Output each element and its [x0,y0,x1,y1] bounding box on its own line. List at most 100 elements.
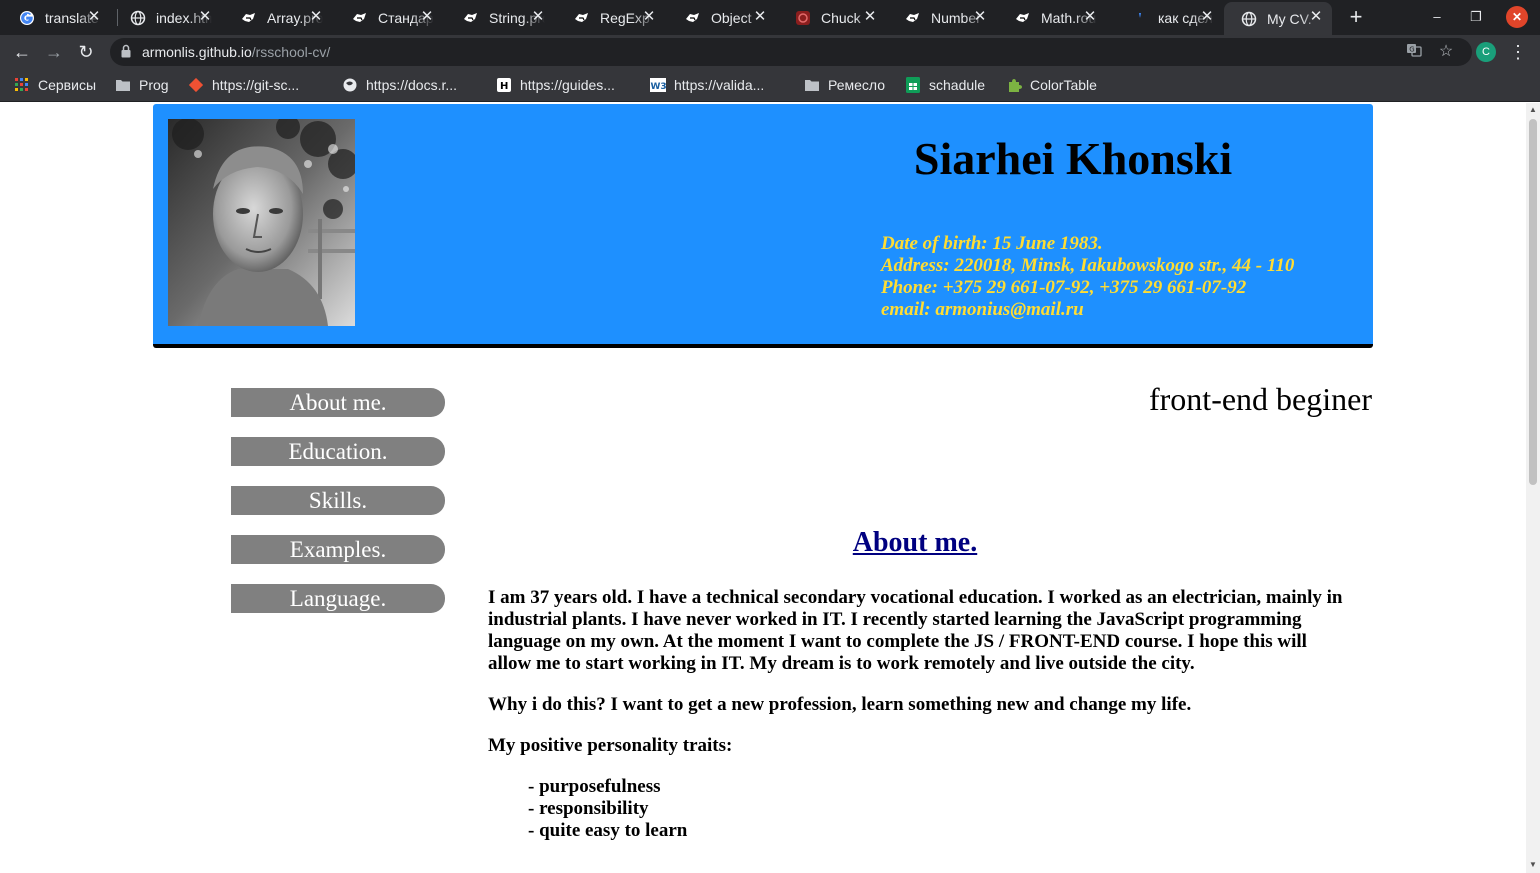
page-viewport: Siarhei Khonski Date of birth: 15 June 1… [0,103,1526,873]
mdn-icon [463,10,479,26]
tab-standard[interactable]: Стандартные ✕ [335,2,443,33]
git-icon [188,77,204,93]
tab-number[interactable]: Number ✕ [888,2,996,33]
tab-translate[interactable]: translate ✕ [2,2,110,33]
nav-education-button[interactable]: Education. [231,437,445,466]
mdn-icon [241,10,257,26]
bookmark-folder-prog[interactable]: Prog [115,76,169,94]
tab-strip: translate ✕ index.html ✕ Array.prototype… [0,0,1540,35]
job-title: front-end beginer [1148,381,1372,417]
apps-grid-icon [14,77,30,93]
bookmark-label: ColorTable [1030,77,1097,93]
nav-about-button[interactable]: About me. [231,388,445,417]
nav-examples-button[interactable]: Examples. [231,535,445,564]
bookmark-apps[interactable]: Сервисы [14,76,96,94]
kebab-menu-icon[interactable]: ⋮ [1508,40,1528,64]
tab-math[interactable]: Math.round ✕ [998,2,1106,33]
close-icon[interactable]: ✕ [530,8,546,26]
close-icon[interactable]: ✕ [197,8,213,26]
bookmark-label: Сервисы [38,77,97,93]
bookmark-label: https://docs.r... [366,77,458,93]
bookmark-colortable[interactable]: ColorTable [1006,76,1097,94]
bookmark-label: Ремесло [828,77,886,93]
back-button[interactable]: ← [9,39,35,65]
list-item: - quite easy to learn [528,820,688,841]
motivation-paragraph: Why i do this? I want to get a new profe… [488,694,1192,715]
folder-icon [115,77,131,93]
bookmark-label: schadule [929,77,986,93]
traits-heading: My positive personality traits: [488,735,733,756]
scroll-down-arrow-icon[interactable]: ▼ [1529,861,1537,869]
close-icon[interactable]: ✕ [641,8,657,26]
person-name: Siarhei Khonski [913,133,1233,184]
bookmark-git[interactable]: https://git-sc... [188,76,299,94]
tab-array[interactable]: Array.prototype ✕ [224,2,332,33]
window-close-button[interactable]: ✕ [1506,6,1528,28]
bookmark-label: https://valida... [674,77,765,93]
scrollbar-thumb[interactable] [1529,119,1537,485]
svg-text:G: G [1409,46,1414,54]
about-paragraph: I am 37 years old. I have a technical se… [488,587,1343,674]
tab-chuck[interactable]: Chuck ✕ [778,2,886,33]
bookmark-label: https://guides... [520,77,615,93]
w3c-icon: W3 [650,77,666,93]
vertical-scrollbar[interactable]: ▲ ▼ [1526,103,1540,873]
reload-button[interactable]: ↻ [73,39,99,65]
profile-avatar[interactable]: C [1476,42,1496,62]
globe-icon [1241,11,1257,27]
scroll-up-arrow-icon[interactable]: ▲ [1529,106,1537,114]
close-icon[interactable]: ✕ [1199,8,1215,26]
side-navigation: About me. Education. Skills. Examples. L… [231,388,445,633]
close-icon[interactable]: ✕ [86,8,102,26]
minimize-button[interactable]: – [1424,5,1450,29]
section-heading-about[interactable]: About me. [488,527,1342,559]
tab-my-cv[interactable]: My CV. ✕ [1224,2,1332,35]
globe-icon [342,77,358,93]
tab-yandex[interactable]: как сделать ✕ [1115,2,1223,33]
bookmark-guides[interactable]: H https://guides... [496,76,615,94]
browser-toolbar: ← → ↻ armonlis.github.io/rsschool-cv/ G … [0,35,1540,68]
bookmark-folder-remeslo[interactable]: Ремесло [804,76,885,94]
yandex-icon [1132,10,1148,26]
close-icon[interactable]: ✕ [308,8,324,26]
translate-icon[interactable]: G [1404,42,1424,62]
tab-index[interactable]: index.html ✕ [113,2,221,33]
nav-skills-button[interactable]: Skills. [231,486,445,515]
close-icon[interactable]: ✕ [862,8,878,26]
svg-text:W3: W3 [651,82,667,92]
list-item: - purposefulness [528,776,661,797]
forward-button[interactable]: → [41,39,67,65]
maximize-button[interactable]: ❐ [1463,5,1489,29]
url-path: /rsschool-cv/ [251,44,331,60]
svg-text:H: H [500,81,508,92]
google-icon [19,10,35,26]
close-icon[interactable]: ✕ [972,8,988,26]
address: Address: 220018, Minsk, Iakubowskogo str… [881,255,1295,276]
new-tab-button[interactable]: + [1344,4,1368,30]
folder-icon [804,77,820,93]
bookmark-star-icon[interactable]: ☆ [1436,42,1456,62]
lock-icon [121,44,131,58]
traits-list: - purposefulness - responsibility - quit… [488,776,1348,842]
close-icon[interactable]: ✕ [419,8,435,26]
address-bar[interactable]: armonlis.github.io/rsschool-cv/ G ☆ [110,38,1472,66]
bookmark-label: Prog [139,77,169,93]
date-of-birth: Date of birth: 15 June 1983. [881,233,1103,254]
tab-regexp[interactable]: RegExp ✕ [557,2,665,33]
bookmark-label: https://git-sc... [212,77,300,93]
bookmark-docs[interactable]: https://docs.r... [342,76,457,94]
url-text: armonlis.github.io/rsschool-cv/ [142,44,330,60]
close-icon[interactable]: ✕ [1082,8,1098,26]
bookmark-validator[interactable]: W3 https://valida... [650,76,764,94]
nav-language-button[interactable]: Language. [231,584,445,613]
tab-string[interactable]: String.prototype ✕ [446,2,554,33]
close-icon[interactable]: ✕ [752,8,768,26]
close-icon[interactable]: ✕ [1308,8,1324,26]
chuck-icon [795,10,811,26]
bookmark-schadule[interactable]: schadule [905,76,985,94]
url-host: armonlis.github.io [142,44,252,60]
about-content: I am 37 years old. I have a technical se… [488,587,1348,842]
sheets-icon [905,77,921,93]
mdn-icon [685,10,701,26]
tab-object[interactable]: Object ✕ [668,2,776,33]
